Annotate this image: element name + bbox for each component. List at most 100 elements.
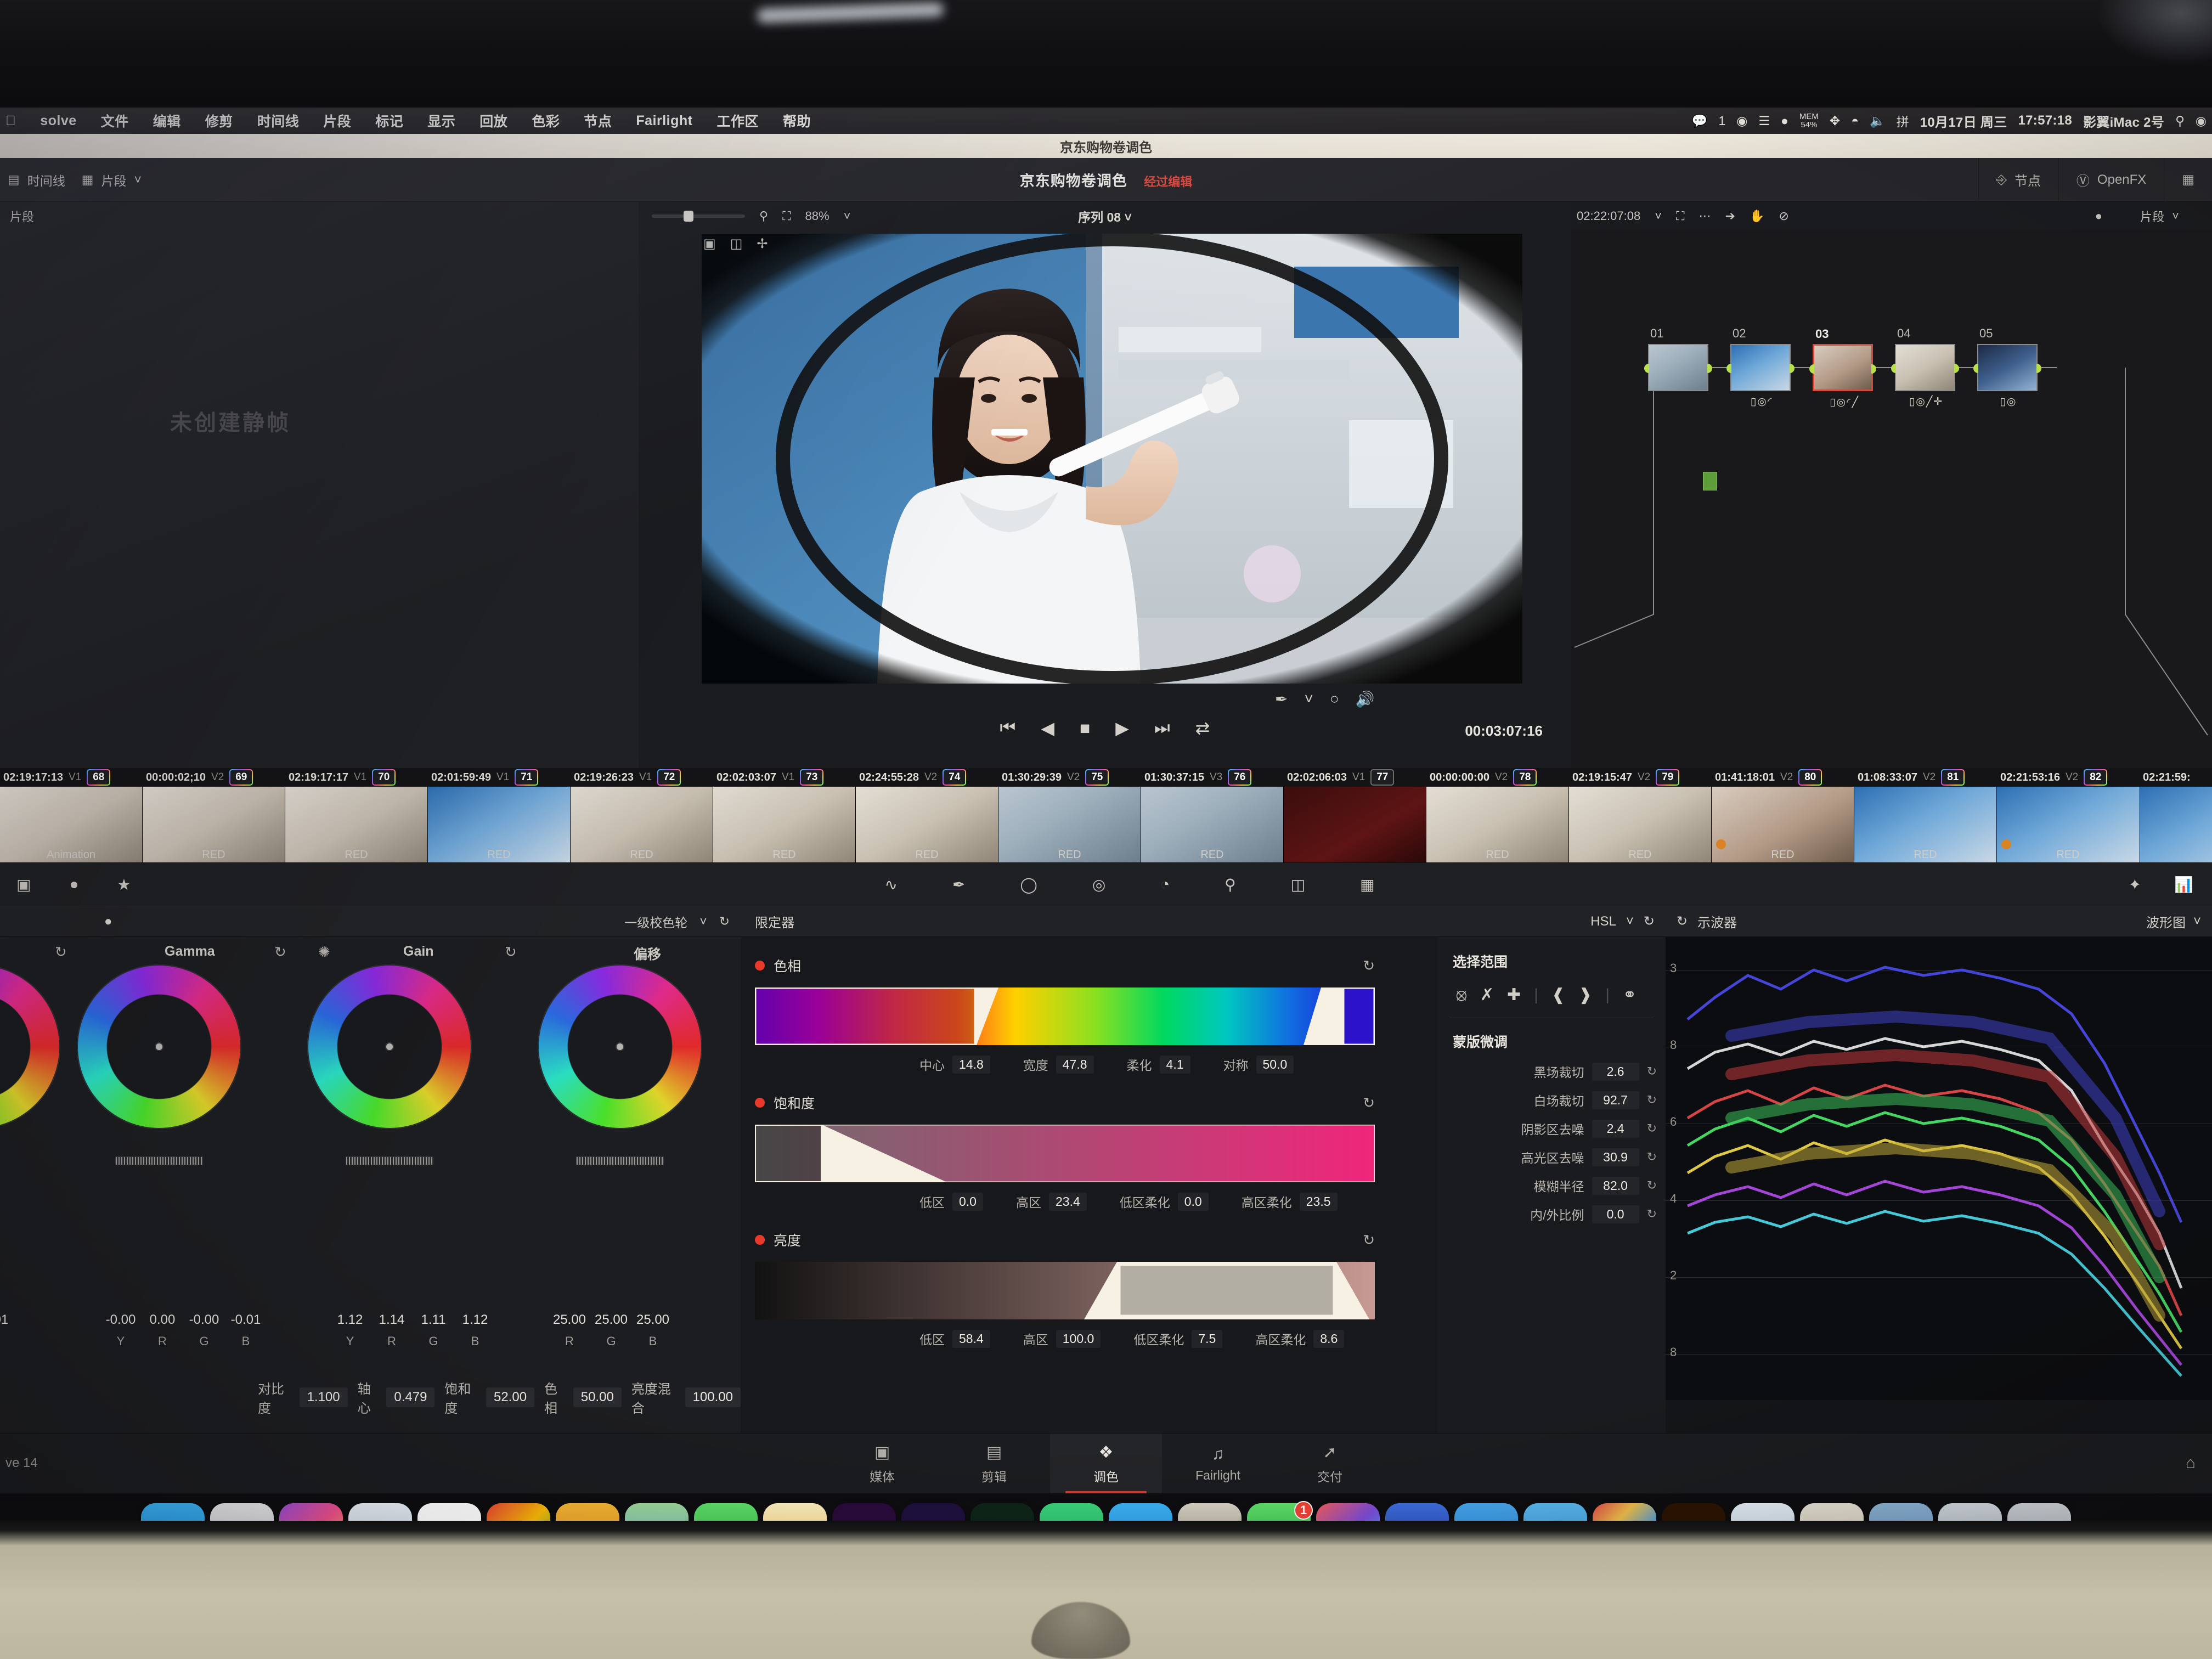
lift-wheel[interactable] [0, 964, 60, 1129]
node-clip-selector[interactable]: 片段 ˅ [2140, 207, 2179, 225]
matte-param-黑场裁切[interactable]: 黑场裁切 2.6 ↻ [1437, 1062, 1666, 1081]
reset-icon[interactable]: ↻ [1647, 1121, 1657, 1136]
param-value[interactable]: 0.0 [952, 1192, 983, 1211]
gain-wheel-handle[interactable] [385, 1042, 394, 1051]
param-value[interactable]: 2.4 [1592, 1119, 1639, 1138]
timeline-clip[interactable]: RED [1141, 787, 1284, 862]
offset-wheel-handle[interactable] [616, 1042, 624, 1051]
gamma-wheel[interactable] [77, 964, 241, 1129]
scopes-refresh-icon[interactable]: ↻ [1677, 913, 1688, 929]
param-value[interactable]: 2.6 [1592, 1062, 1639, 1081]
wheels-param-色相[interactable]: 色相 50.00 [544, 1378, 622, 1417]
wand-icon[interactable]: ✦ [2129, 876, 2141, 894]
dock-app-notes[interactable]: ▦ [556, 1503, 619, 1521]
matte-param-阴影区去噪[interactable]: 阴影区去噪 2.4 ↻ [1437, 1119, 1666, 1138]
hue-range-bar[interactable] [753, 986, 1376, 1047]
param-value[interactable]: 50.0 [1256, 1055, 1294, 1074]
dock-app-chrome[interactable]: ◍ [487, 1503, 550, 1521]
qualifier-param-高区柔化[interactable]: 高区柔化 8.6 [1255, 1329, 1345, 1348]
clip-number[interactable]: 80 [1798, 769, 1822, 786]
dock-app-tweetbot[interactable]: 🐦 [1523, 1503, 1587, 1521]
clip-number[interactable]: 79 [1656, 769, 1679, 786]
qualifier-param-柔化[interactable]: 柔化 4.1 [1127, 1055, 1190, 1074]
qualifier-param-高区[interactable]: 高区 23.4 [1016, 1192, 1087, 1211]
param-value[interactable]: 8.6 [1313, 1329, 1345, 1348]
node-04[interactable]: 04 ▯◎╱✛ [1891, 326, 1959, 408]
waveform-scope[interactable]: 3 8 6 4 2 8 [1666, 937, 2212, 1400]
timeline-clip[interactable] [1284, 787, 1426, 862]
scopes-icon[interactable]: 📊 [2174, 876, 2193, 894]
param-value[interactable]: 52.00 [486, 1387, 535, 1407]
dock-app-maps[interactable]: ⌖ [625, 1503, 689, 1521]
split-screen-icon[interactable]: ▣ [703, 236, 716, 252]
no-entry-icon[interactable]: ⊘ [1779, 209, 1788, 223]
param-value[interactable]: 0.479 [386, 1387, 435, 1407]
lightbox-button[interactable]: ▦ [2164, 157, 2212, 202]
slider-knob[interactable] [684, 211, 693, 222]
node-03[interactable]: 03 ▯◎◜╱ [1809, 327, 1876, 408]
tab-剪辑[interactable]: ▤ 剪辑 [938, 1434, 1050, 1494]
value-column[interactable]: 1.14 R [371, 1312, 413, 1348]
wechat-status-icon[interactable]: 💬 [1692, 114, 1708, 128]
play-icon[interactable]: ▶ [1115, 718, 1129, 738]
gamma-keyframe-icon[interactable]: ✺ [318, 944, 330, 961]
gain-reset-icon[interactable]: ↻ [505, 944, 517, 961]
node-graph-canvas[interactable]: 01 02 ▯◎◜ 03 ▯◎◜╱ 04 ▯◎╱✛ 05 ▯◎ [1571, 230, 2212, 768]
fit-screen-icon[interactable]: ⛶ [782, 209, 791, 223]
clip-number[interactable]: 75 [1085, 769, 1109, 786]
dock-app-after-effects[interactable]: Ae [901, 1503, 965, 1521]
qualifier-param-高区[interactable]: 高区 100.0 [1023, 1329, 1101, 1348]
window-icon[interactable]: ◎ [1092, 876, 1105, 894]
bluetooth-icon[interactable]: ✥ [1830, 114, 1840, 128]
chevron-down-icon[interactable]: ˅ [844, 209, 851, 223]
softness-minus-icon[interactable]: ❰ [1551, 985, 1565, 1005]
menu-color[interactable]: 色彩 [520, 111, 572, 131]
input-method-icon[interactable]: 拼 [1897, 111, 1909, 130]
fit-screen-icon[interactable]: ⛶ [1676, 209, 1684, 223]
lut-icon[interactable]: ▣ [16, 876, 31, 894]
battery-monitor-icon[interactable]: ● [1781, 114, 1788, 128]
dock-app-final-cut-pro[interactable]: 🎬 [1316, 1503, 1380, 1521]
param-value[interactable]: 0.0 [1177, 1192, 1209, 1211]
matte-param-内/外比例[interactable]: 内/外比例 0.0 ↻ [1437, 1205, 1666, 1223]
hue-enable-dot[interactable] [755, 961, 765, 970]
chevron-down-icon[interactable]: ˅ [1626, 914, 1634, 929]
dock-app-folder[interactable]: 🗂 [1869, 1503, 1933, 1521]
offset-ring-slider[interactable] [576, 1156, 664, 1165]
menu-edit[interactable]: 编辑 [141, 111, 193, 131]
qualifier-param-低区柔化[interactable]: 低区柔化 7.5 [1133, 1329, 1223, 1348]
viewer-zoom-slider[interactable] [652, 211, 745, 222]
menubar-date[interactable]: 10月17日 周三 [1920, 111, 2007, 131]
matte-param-高光区去噪[interactable]: 高光区去噪 30.9 ↻ [1437, 1148, 1666, 1166]
qualifier-param-中心[interactable]: 中心 14.8 [919, 1055, 990, 1074]
timeline-clip[interactable]: RED [1997, 787, 2140, 862]
dock-app-calendar[interactable]: 17 [417, 1503, 481, 1521]
clip-number[interactable]: 70 [372, 769, 396, 786]
curves-icon[interactable]: ∿ [885, 876, 898, 894]
viewer-timecode[interactable]: 02:22:07:08 [1577, 209, 1640, 223]
reset-icon[interactable]: ↻ [1644, 913, 1655, 929]
param-value[interactable]: 58.4 [952, 1329, 990, 1348]
creative-cloud-icon[interactable]: ◉ [1736, 114, 1747, 128]
picker-plus-icon[interactable]: ✚ [1507, 985, 1521, 1005]
clip-number[interactable]: 68 [87, 769, 110, 786]
loop-icon[interactable]: ⇄ [1195, 718, 1210, 738]
menu-playback[interactable]: 回放 [467, 111, 520, 131]
sequence-name[interactable]: 序列 08 ˅ [1078, 207, 1132, 225]
chevron-down-icon[interactable]: ˅ [699, 914, 707, 929]
gamma-reset-icon[interactable]: ↻ [274, 944, 286, 961]
value-column[interactable]: 25.00 G [590, 1312, 632, 1348]
dock-app-wechat[interactable]: 💬1 [1247, 1501, 1313, 1521]
stereo-3d-icon[interactable]: ▦ [1360, 876, 1374, 894]
timeline-clip[interactable]: RED [1569, 787, 1712, 862]
more-options-icon[interactable]: ⋯ [1699, 209, 1711, 223]
matte-param-白场裁切[interactable]: 白场裁切 92.7 ↻ [1437, 1091, 1666, 1109]
blur-icon[interactable]: ◔ [1160, 876, 1170, 893]
timeline-clip[interactable]: RED [1712, 787, 1854, 862]
param-value[interactable]: 14.8 [952, 1055, 990, 1074]
clip-number[interactable]: 76 [1228, 769, 1251, 786]
timeline-clip[interactable]: RED [1854, 787, 1997, 862]
clip-number[interactable]: 78 [1513, 769, 1537, 786]
wheels-drag-dot[interactable]: ● [104, 914, 112, 929]
reset-icon[interactable]: ↻ [1647, 1093, 1657, 1107]
